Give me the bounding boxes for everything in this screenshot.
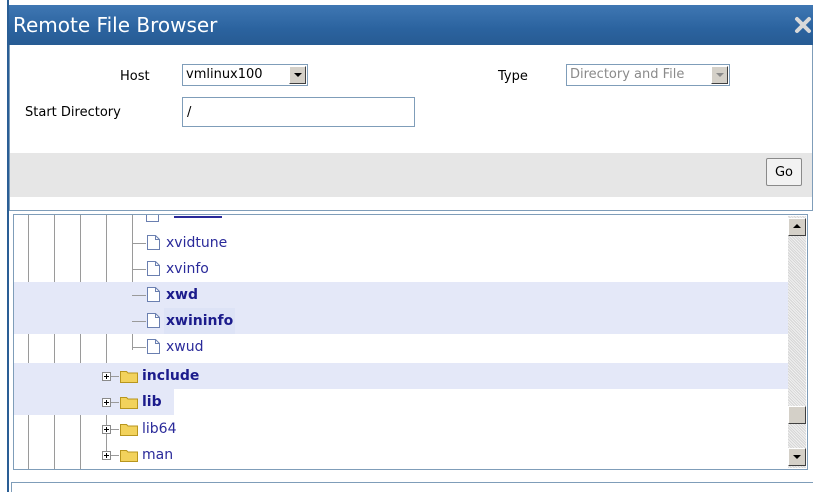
tree-item-file[interactable]: xvinfo <box>166 256 209 282</box>
type-select-value: Directory and File <box>570 67 685 82</box>
tree-connector <box>111 376 119 377</box>
tree-row[interactable]: xwud <box>14 334 789 360</box>
host-select-value: vmlinux100 <box>186 67 263 82</box>
folder-icon <box>120 424 138 436</box>
go-button[interactable]: Go <box>766 158 802 186</box>
file-icon <box>146 215 159 222</box>
tree-row[interactable]: xvinfo <box>14 256 789 282</box>
file-icon <box>147 339 160 354</box>
file-icon <box>147 287 160 302</box>
search-form: Host vmlinux100 Type Directory and File … <box>9 45 813 211</box>
file-tree[interactable]: xvidtune xvinfo xwd xwininfo xwud includ… <box>13 214 808 470</box>
tree-item-file[interactable]: xwininfo <box>164 308 236 334</box>
folder-icon <box>120 450 138 462</box>
tree-connector <box>132 321 146 322</box>
partial-item-text <box>174 216 222 218</box>
tree-row[interactable]: xwininfo <box>14 308 789 334</box>
tree-connector <box>111 402 119 403</box>
tree-item-folder[interactable]: man <box>142 442 173 468</box>
tree-connector <box>111 429 119 430</box>
tree-item-file[interactable]: xwd <box>166 282 198 308</box>
expand-icon[interactable] <box>102 451 111 460</box>
expand-icon[interactable] <box>102 425 111 434</box>
tree-item-folder[interactable]: lib <box>142 389 162 415</box>
status-area <box>11 482 813 492</box>
scroll-down-icon[interactable] <box>788 448 806 466</box>
expand-icon[interactable] <box>102 372 111 381</box>
tree-connector <box>132 269 146 270</box>
file-icon <box>147 313 160 328</box>
start-directory-input[interactable] <box>182 97 415 127</box>
type-select: Directory and File <box>566 64 730 86</box>
host-label: Host <box>120 69 150 84</box>
title-bar[interactable]: Remote File Browser <box>9 5 813 45</box>
tree-connector <box>132 347 146 348</box>
tree-row[interactable]: xwd <box>14 282 789 308</box>
tree-connector <box>132 243 146 244</box>
tree-row[interactable]: xvidtune <box>14 230 789 256</box>
chevron-down-icon <box>711 66 728 84</box>
folder-icon <box>120 397 138 409</box>
tree-row[interactable]: lib64 <box>14 416 789 442</box>
file-icon <box>147 235 160 250</box>
window-title: Remote File Browser <box>13 13 218 37</box>
tree-item-folder[interactable]: include <box>142 363 199 389</box>
remote-file-browser-dialog: Remote File Browser Host vmlinux100 Type… <box>7 0 813 492</box>
folder-icon <box>120 371 138 383</box>
expand-icon[interactable] <box>102 398 111 407</box>
start-directory-label: Start Directory <box>25 105 121 120</box>
host-select[interactable]: vmlinux100 <box>182 64 308 86</box>
type-label: Type <box>498 69 528 84</box>
tree-row[interactable]: include <box>14 363 789 389</box>
file-icon <box>147 261 160 276</box>
tree-item-folder[interactable]: lib64 <box>142 416 176 442</box>
tree-row[interactable]: man <box>14 442 789 468</box>
scroll-up-icon[interactable] <box>788 218 806 236</box>
tree-connector <box>132 295 146 296</box>
tree-item-file[interactable]: xwud <box>166 334 204 360</box>
close-icon[interactable] <box>793 15 813 35</box>
vertical-scrollbar[interactable] <box>788 216 806 468</box>
action-bar: Go <box>10 153 812 197</box>
tree-row[interactable]: lib <box>14 389 174 415</box>
tree-connector <box>111 455 119 456</box>
chevron-down-icon[interactable] <box>289 66 306 84</box>
tree-item-file[interactable]: xvidtune <box>166 230 227 256</box>
scrollbar-thumb[interactable] <box>788 406 806 424</box>
